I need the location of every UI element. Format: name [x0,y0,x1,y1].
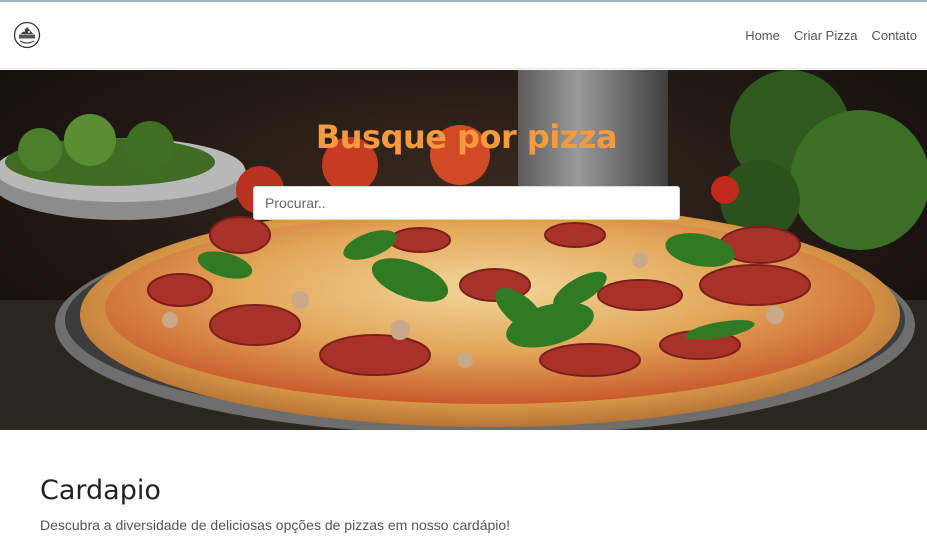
pizza-logo-icon[interactable] [13,21,41,49]
navbar: Home Criar Pizza Contato [0,2,927,69]
nav-link-criar-pizza[interactable]: Criar Pizza [794,28,858,43]
hero-banner: Busque por pizza [0,70,927,430]
search-input[interactable] [253,186,680,220]
nav-link-contato[interactable]: Contato [871,28,917,43]
menu-section: Cardapio Descubra a diversidade de delic… [40,474,900,533]
main-nav: Home Criar Pizza Contato [745,28,917,43]
hero-title: Busque por pizza [315,118,618,156]
nav-link-home[interactable]: Home [745,28,780,43]
menu-title: Cardapio [40,475,161,506]
menu-description: Descubra a diversidade de deliciosas opç… [40,517,511,533]
